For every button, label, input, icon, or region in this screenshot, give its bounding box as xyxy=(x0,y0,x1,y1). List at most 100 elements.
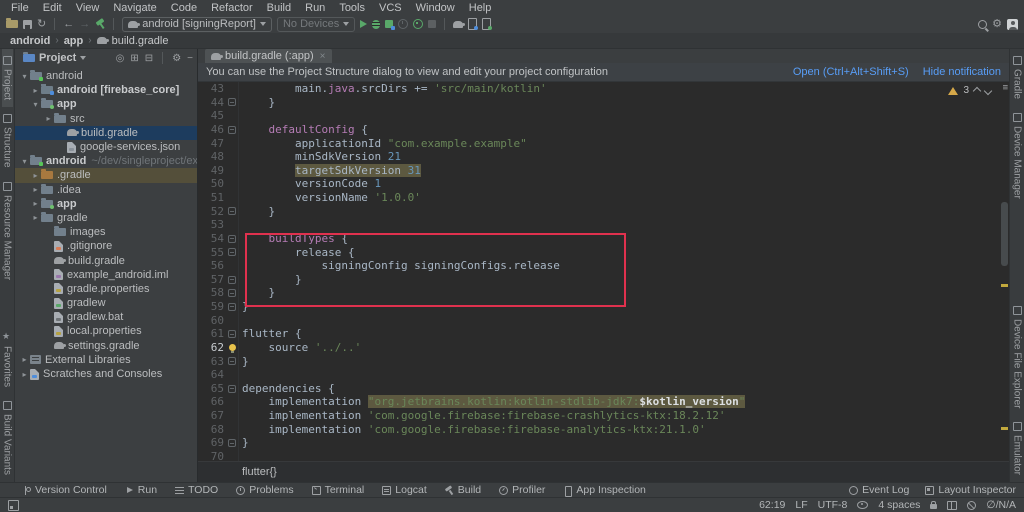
profile-app-icon[interactable] xyxy=(385,20,396,30)
tab-build-gradle[interactable]: build.gradle (:app) × xyxy=(205,49,332,63)
toolwindow-version-control[interactable]: Version Control xyxy=(22,484,107,496)
code-line[interactable]: 69} xyxy=(198,436,1009,450)
memory-indicator[interactable]: ∅/N/A xyxy=(986,499,1016,511)
tree-chevron-icon[interactable]: ▸ xyxy=(30,199,41,208)
project-panel-title[interactable]: Project xyxy=(39,52,76,64)
tree-chevron-icon[interactable]: ▾ xyxy=(19,157,30,166)
code-line[interactable]: 50 versionCode 1 xyxy=(198,177,1009,191)
fold-marker-icon[interactable] xyxy=(228,384,236,393)
open-project-icon[interactable] xyxy=(6,18,18,28)
tree-item-images[interactable]: images xyxy=(15,225,197,239)
close-icon[interactable]: × xyxy=(320,51,326,62)
code-line[interactable]: 52 } xyxy=(198,204,1009,219)
tool-stripe-gradle[interactable]: Gradle xyxy=(1012,49,1023,106)
tool-stripe-build-variants[interactable]: Build Variants xyxy=(2,394,13,482)
sync-icon[interactable]: ↻ xyxy=(37,18,46,30)
gutter-fold[interactable] xyxy=(226,232,238,246)
editor-breadcrumb[interactable]: flutter{} xyxy=(198,461,1009,482)
tree-chevron-icon[interactable]: ▸ xyxy=(30,86,41,95)
tool-stripe-device-file-explorer[interactable]: Device File Explorer xyxy=(1012,299,1023,415)
tree-item-external-libraries[interactable]: ▸ External Libraries xyxy=(15,353,197,367)
tree-item-src[interactable]: ▸ src xyxy=(15,112,197,126)
code-line[interactable]: 67 implementation 'com.google.firebase:f… xyxy=(198,409,1009,423)
tree-item-scratches-and-consoles[interactable]: ▸ Scratches and Consoles xyxy=(15,367,197,381)
gutter-fold[interactable] xyxy=(226,341,238,355)
back-icon[interactable]: ← xyxy=(63,18,74,30)
gutter-fold[interactable] xyxy=(226,355,238,369)
search-result-marker[interactable] xyxy=(1001,427,1008,430)
fold-marker-icon[interactable] xyxy=(228,125,236,134)
tree-chevron-icon[interactable]: ▸ xyxy=(19,370,30,379)
toolwindow-terminal[interactable]: Terminal xyxy=(311,484,364,496)
tool-stripe-favorites[interactable]: ★ Favorites xyxy=(2,325,13,394)
code-line[interactable]: 48 minSdkVersion 21 xyxy=(198,150,1009,164)
menu-view[interactable]: View xyxy=(69,2,107,14)
gutter-fold[interactable] xyxy=(226,327,238,341)
code-line[interactable]: 53 xyxy=(198,218,1009,232)
gutter-fold[interactable] xyxy=(226,300,238,314)
chevron-down-icon[interactable] xyxy=(80,56,87,60)
menu-edit[interactable]: Edit xyxy=(36,2,69,14)
debug-icon[interactable] xyxy=(372,19,381,29)
code-line[interactable]: 68 implementation 'com.google.firebase:f… xyxy=(198,422,1009,437)
menu-refactor[interactable]: Refactor xyxy=(204,2,260,14)
search-result-marker[interactable] xyxy=(1001,284,1008,287)
tree-chevron-icon[interactable]: ▾ xyxy=(19,72,30,81)
tree-item-local-properties[interactable]: local.properties xyxy=(15,324,197,338)
indent-setting[interactable]: 4 spaces xyxy=(878,499,920,511)
code-line[interactable]: 59} xyxy=(198,300,1009,314)
gutter-fold[interactable] xyxy=(226,286,238,300)
toolwindow-switcher-icon[interactable] xyxy=(8,499,19,511)
breadcrumb-item[interactable]: build.gradle xyxy=(112,35,169,47)
menu-window[interactable]: Window xyxy=(409,2,462,14)
tree-item-app[interactable]: ▾ app xyxy=(15,97,197,111)
caret-position[interactable]: 62:19 xyxy=(759,499,785,511)
code-line[interactable]: 62 source '../..' xyxy=(198,340,1009,355)
gutter-fold[interactable] xyxy=(226,205,238,219)
gutter-fold[interactable] xyxy=(226,273,238,287)
scrollbar-thumb[interactable] xyxy=(1001,202,1008,266)
code-line[interactable]: 58 } xyxy=(198,286,1009,300)
tool-stripe-resource-manager[interactable]: Resource Manager xyxy=(2,175,13,287)
code-line[interactable]: 47 applicationId "com.example.example" xyxy=(198,136,1009,151)
tree-item-google-services-json[interactable]: google-services.json xyxy=(15,140,197,154)
fold-marker-icon[interactable] xyxy=(228,330,236,339)
device-select[interactable]: No Devices xyxy=(276,16,356,32)
locate-file-icon[interactable]: ◎ xyxy=(116,53,125,64)
menu-tools[interactable]: Tools xyxy=(332,2,372,14)
inspections-widget[interactable]: 3 xyxy=(948,85,993,96)
tool-stripe-project[interactable]: Project xyxy=(1,49,13,108)
fold-marker-icon[interactable] xyxy=(228,248,236,257)
fold-marker-icon[interactable] xyxy=(228,98,236,107)
collapse-all-icon[interactable]: ⊟ xyxy=(145,53,153,64)
toolwindow-logcat[interactable]: Logcat xyxy=(382,484,427,496)
search-everywhere-icon[interactable] xyxy=(978,19,988,29)
reader-mode-icon[interactable] xyxy=(947,500,958,510)
menu-file[interactable]: File xyxy=(4,2,36,14)
tree-item--gitignore[interactable]: .gitignore xyxy=(15,239,197,253)
fold-marker-icon[interactable] xyxy=(228,357,236,366)
tool-stripe-structure[interactable]: Structure xyxy=(2,107,13,175)
toolwindow-run[interactable]: Run xyxy=(125,484,157,496)
fold-marker-icon[interactable] xyxy=(228,207,236,216)
line-ending[interactable]: LF xyxy=(795,499,807,511)
menu-help[interactable]: Help xyxy=(462,2,499,14)
breadcrumb-item[interactable]: android xyxy=(10,35,50,47)
tree-item-settings-gradle[interactable]: settings.gradle xyxy=(15,339,197,353)
tree-item-app[interactable]: ▸ app xyxy=(15,197,197,211)
no-entry-icon[interactable] xyxy=(967,500,977,510)
panel-settings-gear-icon[interactable]: ⚙ xyxy=(172,53,181,64)
gutter-fold[interactable] xyxy=(226,123,238,137)
coverage-icon[interactable] xyxy=(398,19,409,29)
toolwindow-todo[interactable]: TODO xyxy=(175,484,218,496)
fold-marker-icon[interactable] xyxy=(228,302,236,311)
lightbulb-icon[interactable] xyxy=(228,344,236,354)
code-line[interactable]: 60 xyxy=(198,313,1009,328)
gutter-fold[interactable] xyxy=(226,436,238,450)
toolwindow-profiler[interactable]: Profiler xyxy=(499,484,545,496)
code-line[interactable]: 70 xyxy=(198,449,1009,461)
code-line[interactable]: 51 versionName '1.0.0' xyxy=(198,191,1009,205)
editor-scrollbar[interactable]: ≡ xyxy=(1000,82,1009,461)
apply-changes-icon[interactable] xyxy=(413,19,424,29)
code-line[interactable]: 63} xyxy=(198,354,1009,369)
